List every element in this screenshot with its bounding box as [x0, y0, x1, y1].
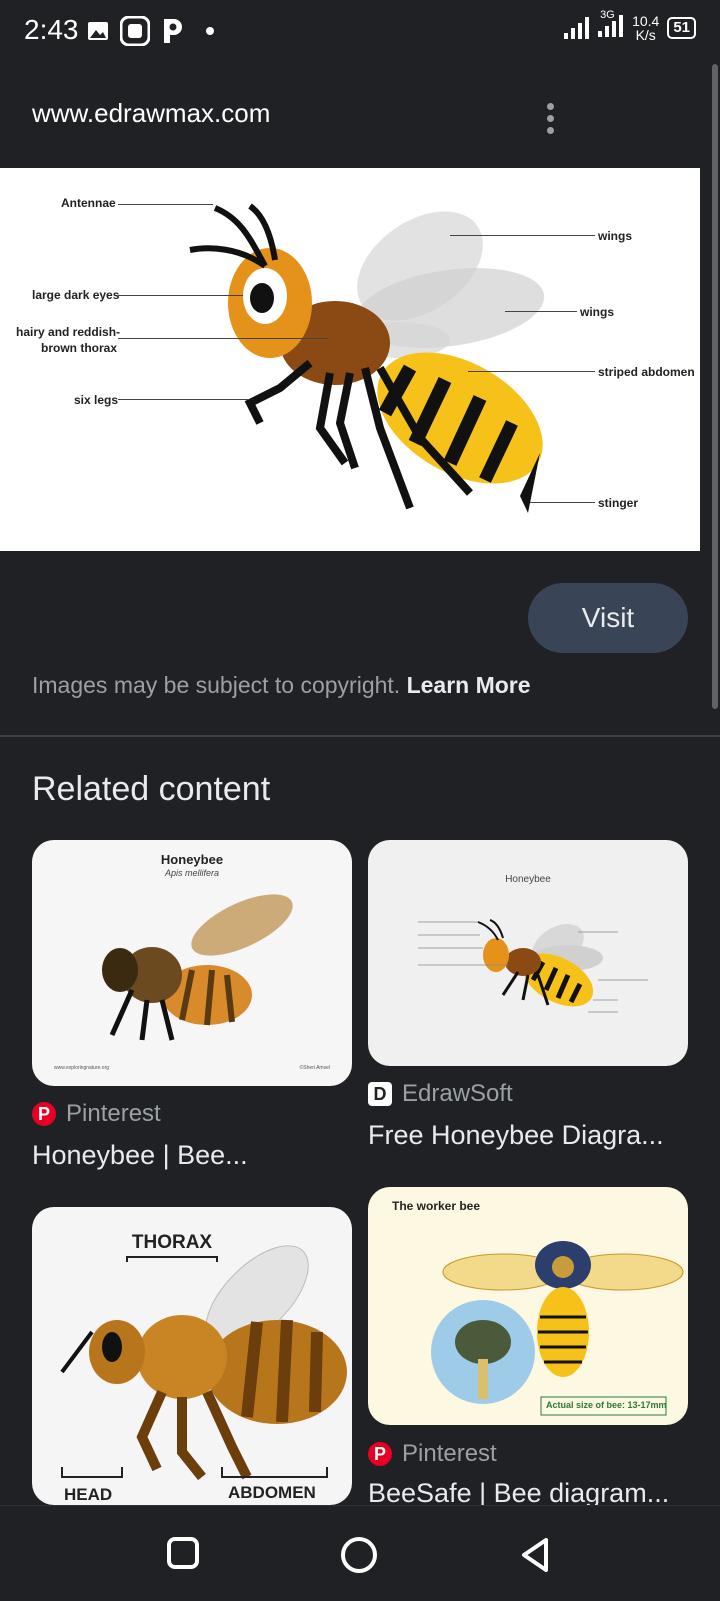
source-label: Pinterest: [402, 1440, 497, 1467]
label-thorax-2: brown thorax: [41, 341, 118, 355]
thumb3-head: HEAD: [64, 1485, 113, 1504]
bee-diagram-image[interactable]: Antennae large dark eyes hairy and reddi…: [0, 168, 700, 551]
image-viewer-header: www.edrawmax.com: [0, 64, 700, 168]
honeybee-illustration-1: [102, 894, 293, 1041]
edrawsoft-icon: D: [368, 1082, 392, 1106]
related-source-1[interactable]: P Pinterest: [32, 1100, 161, 1128]
label-legs: six legs: [74, 393, 119, 407]
related-title-4[interactable]: BeeSafe | Bee diagram...: [368, 1478, 669, 1505]
more-notifications-dot: [206, 27, 214, 35]
speed-value: 10.4: [632, 13, 660, 29]
related-source-2[interactable]: D EdrawSoft: [368, 1080, 513, 1108]
copyright-text: Images may be subject to copyright.: [32, 672, 407, 698]
net-type-label: 3G: [600, 8, 615, 21]
visit-button[interactable]: Visit: [528, 583, 688, 653]
pinterest-icon: P: [368, 1442, 392, 1466]
home-icon[interactable]: [340, 1536, 378, 1574]
thumb1-footer-left: www.exploringnature.org: [54, 1065, 110, 1071]
related-content-heading: Related content: [32, 770, 271, 808]
system-navigation-bar: [0, 1505, 720, 1601]
related-card-thumbnail-1[interactable]: Honeybee Apis mellifera www.exploringnat…: [32, 840, 352, 1086]
clock: 2:43: [24, 14, 79, 45]
source-url[interactable]: www.edrawmax.com: [32, 98, 270, 129]
thumb4-actual-size: Actual size of bee: 13-17mm: [546, 1400, 667, 1410]
signal-3g: 3G: [598, 9, 624, 42]
gallery-icon: [88, 22, 108, 40]
system-icons: 3G 10.4 K/s 51: [564, 9, 696, 42]
battery-icon: 51: [667, 17, 696, 39]
related-source-4[interactable]: P Pinterest: [368, 1440, 497, 1468]
signal-icon: [564, 17, 590, 39]
label-eyes: large dark eyes: [32, 288, 120, 302]
copyright-notice: Images may be subject to copyright. Lear…: [32, 672, 531, 699]
status-bar: 2:43 3G 10.4 K/s 51: [0, 0, 720, 64]
related-card-thumbnail-2[interactable]: Honeybee: [368, 840, 688, 1066]
label-wings-2: wings: [580, 305, 615, 319]
source-label: EdrawSoft: [402, 1080, 513, 1107]
speed-unit: K/s: [635, 27, 656, 43]
pinterest-icon: P: [32, 1102, 56, 1126]
related-card-thumbnail-3[interactable]: THORAX HEAD ABDOMEN: [32, 1207, 352, 1505]
label-abdomen: striped abdomen: [598, 365, 695, 379]
worker-bee-illustration: [431, 1241, 684, 1416]
app-notification-icon: [120, 16, 150, 46]
label-stinger: stinger: [598, 496, 639, 510]
more-options-icon[interactable]: [538, 100, 562, 136]
scrollbar[interactable]: [712, 64, 718, 709]
source-label: Pinterest: [66, 1100, 161, 1127]
battery-level: 51: [673, 19, 690, 36]
label-antennae: Antennae: [61, 196, 116, 210]
p-app-icon: [164, 19, 182, 43]
related-title-2[interactable]: Free Honeybee Diagra...: [368, 1120, 664, 1151]
honeybee-illustration-2: [418, 919, 648, 1013]
honeybee-illustration-3: [60, 1245, 347, 1481]
back-icon[interactable]: [518, 1536, 552, 1574]
network-speed: 10.4 K/s: [632, 14, 659, 42]
thumb1-footer-right: ©Sheri Amsel: [299, 1065, 330, 1071]
label-wings-1: wings: [598, 229, 633, 243]
section-divider: [0, 735, 720, 737]
notification-icons: [86, 16, 214, 46]
related-title-1[interactable]: Honeybee | Bee...: [32, 1140, 248, 1171]
recent-apps-icon[interactable]: [166, 1536, 200, 1570]
thumb3-abdomen: ABDOMEN: [228, 1483, 316, 1502]
label-thorax-1: hairy and reddish-: [16, 325, 121, 339]
related-card-thumbnail-4[interactable]: The worker bee Actual size of bee: 13-17…: [368, 1187, 688, 1425]
learn-more-link[interactable]: Learn More: [407, 672, 531, 698]
bee-illustration: [189, 203, 545, 513]
